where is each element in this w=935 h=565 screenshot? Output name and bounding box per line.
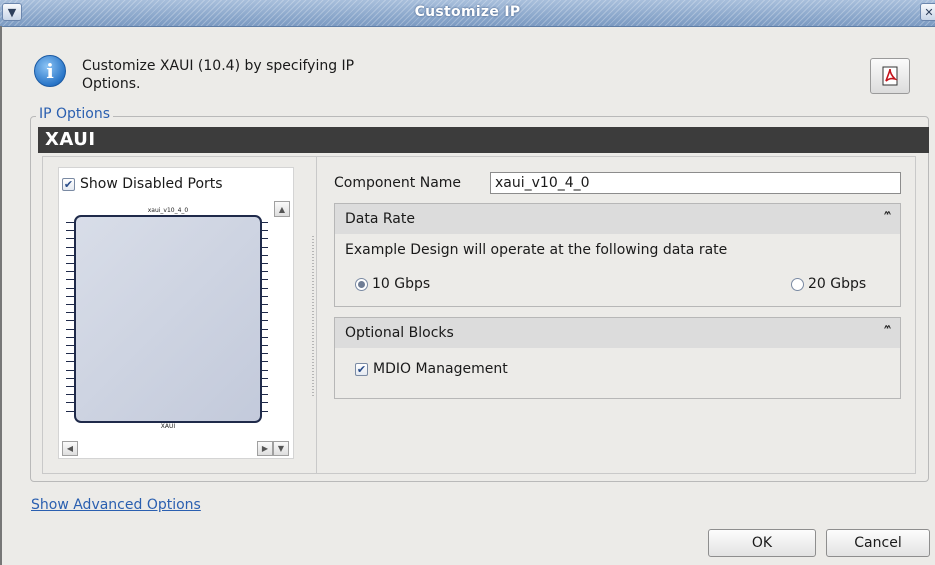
symbol-pin <box>66 246 74 248</box>
scroll-up-button[interactable]: ▲ <box>274 201 290 217</box>
scroll-right-button[interactable]: ▶ <box>257 441 273 456</box>
rate-option-20g[interactable]: 20 Gbps <box>791 276 866 292</box>
close-button[interactable]: ✕ <box>920 3 935 21</box>
arrow-right-icon: ▶ <box>261 444 269 453</box>
arrow-up-icon: ▲ <box>278 204 286 214</box>
panel-splitter[interactable] <box>312 236 314 396</box>
cancel-button[interactable]: Cancel <box>826 529 930 557</box>
component-name-input[interactable] <box>490 172 901 194</box>
symbol-pin <box>66 410 74 412</box>
arrow-left-icon: ◀ <box>66 444 74 453</box>
symbol-pin <box>66 230 74 232</box>
symbol-pin <box>260 254 268 256</box>
dialog-description: Customize XAUI (10.4) by specifying IP O… <box>82 58 355 92</box>
ok-button[interactable]: OK <box>708 529 816 557</box>
symbol-pin <box>66 361 74 363</box>
arrow-down-icon: ▼ <box>277 444 285 453</box>
symbol-pin <box>260 361 268 363</box>
symbol-pin <box>260 369 268 371</box>
symbol-pin <box>66 295 74 297</box>
radio-10g[interactable] <box>355 277 368 291</box>
symbol-pin <box>260 402 268 404</box>
symbol-pin <box>260 287 268 289</box>
show-disabled-ports-label: Show Disabled Ports <box>80 176 223 192</box>
radio-20g[interactable] <box>791 277 804 291</box>
symbol-pin <box>260 386 268 387</box>
symbol-pin <box>260 410 268 412</box>
symbol-pin <box>66 402 74 404</box>
panel-divider <box>316 156 317 474</box>
collapse-icon[interactable]: ˄˄ <box>883 204 892 234</box>
rate-option-10g-label: 10 Gbps <box>372 276 431 292</box>
symbol-left-pins <box>66 222 76 418</box>
show-disabled-ports-checkbox[interactable]: ✔ <box>62 177 75 191</box>
symbol-pin <box>260 304 268 305</box>
symbol-pin <box>66 304 74 305</box>
symbol-pin <box>66 336 74 338</box>
symbol-pin <box>66 353 74 355</box>
optional-blocks-section: Optional Blocks ˄˄ ✔ MDIO Management <box>334 317 901 399</box>
symbol-pin <box>260 263 268 264</box>
symbol-pin <box>260 312 268 314</box>
symbol-pin <box>66 394 74 396</box>
symbol-pin <box>260 353 268 355</box>
symbol-pin <box>66 369 74 371</box>
symbol-pin <box>66 222 74 223</box>
symbol-pin <box>66 263 74 264</box>
optional-blocks-header[interactable]: Optional Blocks ˄˄ <box>335 318 900 348</box>
symbol-pin <box>66 254 74 256</box>
symbol-pin <box>66 238 74 240</box>
symbol-pin <box>260 246 268 248</box>
show-advanced-options-link[interactable]: Show Advanced Options <box>31 497 201 513</box>
data-rate-description: Example Design will operate at the follo… <box>345 242 728 258</box>
symbol-pin <box>260 320 268 322</box>
mdio-management-label: MDIO Management <box>373 361 508 377</box>
symbol-pin <box>260 230 268 232</box>
symbol-right-pins <box>260 222 270 418</box>
close-icon: ✕ <box>924 5 934 19</box>
window-title: Customize IP <box>414 4 521 20</box>
symbol-pin <box>260 271 268 273</box>
mdio-management-row[interactable]: ✔ MDIO Management <box>355 361 508 377</box>
symbol-pin <box>66 386 74 387</box>
symbol-pin <box>66 279 74 281</box>
rate-option-10g[interactable]: 10 Gbps <box>355 276 430 292</box>
component-name-label: Component Name <box>334 175 462 191</box>
symbol-pin <box>260 377 268 379</box>
scroll-down-button[interactable]: ▼ <box>273 441 289 456</box>
pdf-icon <box>882 66 898 86</box>
symbol-pin <box>260 394 268 396</box>
collapse-icon[interactable]: ˄˄ <box>883 318 892 348</box>
rate-option-20g-label: 20 Gbps <box>808 276 867 292</box>
symbol-pin <box>66 320 74 322</box>
data-rate-section: Data Rate ˄˄ Example Design will operate… <box>334 203 901 307</box>
symbol-pin <box>260 328 268 330</box>
symbol-pin <box>260 279 268 281</box>
mdio-management-checkbox[interactable]: ✔ <box>355 362 368 376</box>
symbol-pin <box>66 287 74 289</box>
core-name-banner: XAUI <box>38 127 929 153</box>
optional-blocks-title: Optional Blocks <box>345 325 454 341</box>
symbol-pin <box>66 271 74 273</box>
symbol-instance-label: xaui_v10_4_0 <box>147 207 189 214</box>
symbol-pin <box>260 238 268 240</box>
symbol-pin <box>66 328 74 330</box>
info-icon: i <box>34 55 66 87</box>
data-rate-header[interactable]: Data Rate ˄˄ <box>335 204 900 234</box>
data-rate-title: Data Rate <box>345 211 415 227</box>
symbol-pin <box>260 222 268 223</box>
symbol-block-label: XAUI <box>160 423 176 430</box>
window-border <box>0 26 2 565</box>
symbol-pin <box>66 345 74 346</box>
symbol-pin <box>260 345 268 346</box>
ip-symbol-block[interactable] <box>74 215 262 423</box>
scroll-left-button[interactable]: ◀ <box>62 441 78 456</box>
documentation-button[interactable] <box>870 58 910 94</box>
ip-options-label: IP Options <box>36 106 114 122</box>
symbol-pin <box>260 295 268 297</box>
symbol-pin <box>66 312 74 314</box>
show-disabled-ports-row[interactable]: ✔ Show Disabled Ports <box>62 176 223 192</box>
symbol-pin <box>66 377 74 379</box>
symbol-pin <box>260 336 268 338</box>
